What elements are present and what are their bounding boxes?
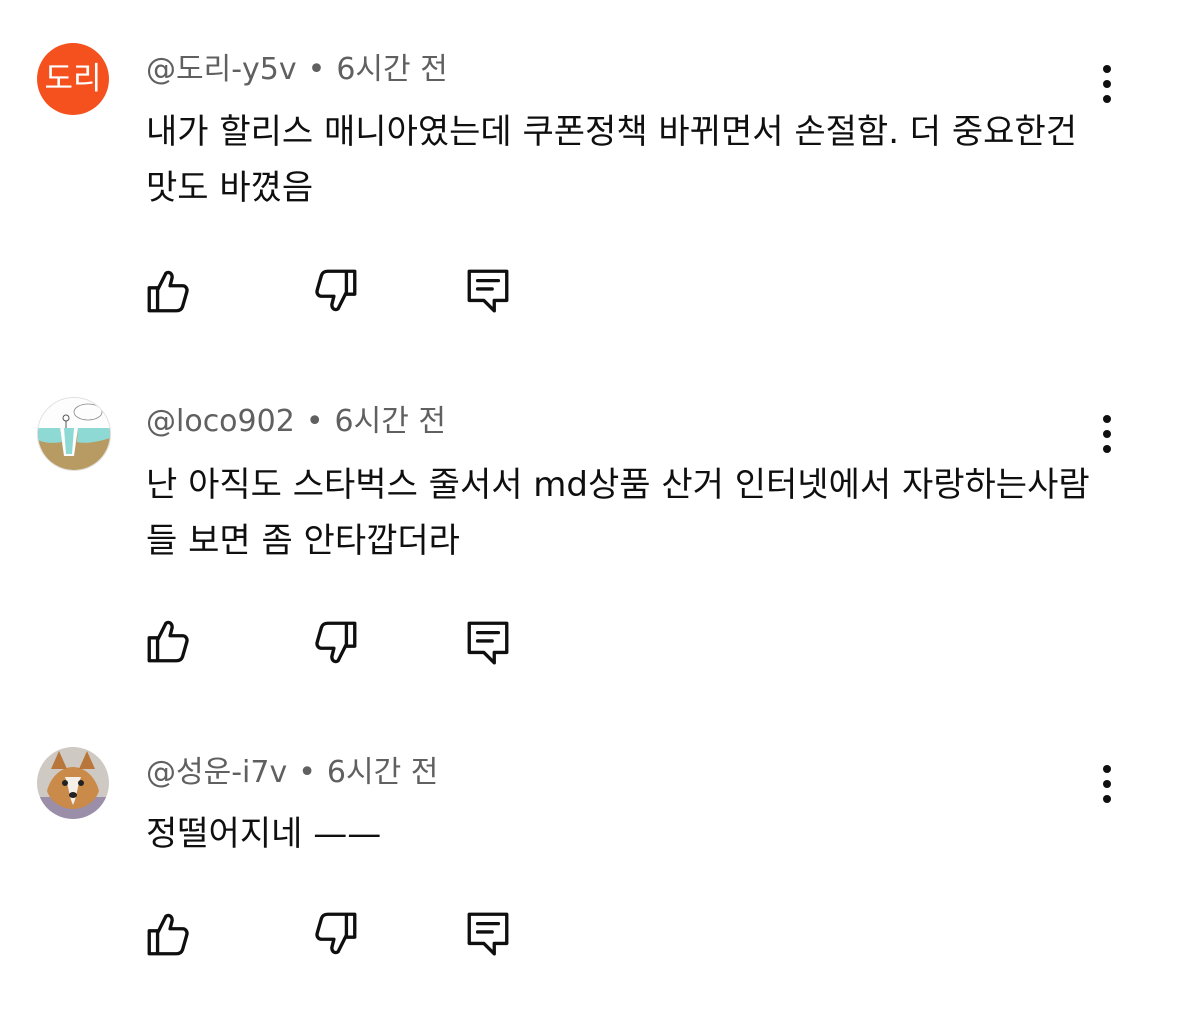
comment-time[interactable]: 6시간 전 xyxy=(335,404,446,439)
reply-icon[interactable] xyxy=(463,908,513,958)
comment-text: 정떨어지네 —— xyxy=(146,814,382,854)
more-vert-icon[interactable] xyxy=(1090,760,1124,810)
comment-text: 내가 할리스 매니아였는데 쿠폰정책 바뀌면서 손절함. 더 중요한건 맛도 바… xyxy=(146,112,1078,208)
meta-separator: • xyxy=(298,755,316,790)
avatar[interactable] xyxy=(37,397,111,471)
meta-separator: • xyxy=(305,404,324,439)
avatar[interactable] xyxy=(37,747,109,819)
comment-meta: @loco902 • 6시간 전 xyxy=(146,402,446,442)
dislike-icon[interactable] xyxy=(311,265,361,315)
like-icon[interactable] xyxy=(143,910,193,960)
corgi-dog-photo xyxy=(37,747,109,819)
meta-separator: • xyxy=(307,52,326,87)
dislike-icon[interactable] xyxy=(311,617,361,667)
more-vert-icon[interactable] xyxy=(1090,60,1124,110)
comment-time[interactable]: 6시간 전 xyxy=(336,52,447,87)
dislike-icon[interactable] xyxy=(311,908,361,958)
comment-text: 난 아직도 스타벅스 줄서서 md상품 산거 인터넷에서 자랑하는사람들 보면 … xyxy=(146,465,1090,561)
reply-icon[interactable] xyxy=(463,265,513,315)
author-name[interactable]: @loco902 xyxy=(146,404,295,439)
sketch-drawing-image xyxy=(38,398,110,470)
like-icon[interactable] xyxy=(143,617,193,667)
more-vert-icon[interactable] xyxy=(1090,410,1124,460)
comment-meta: @도리-y5v • 6시간 전 xyxy=(146,50,448,90)
like-icon[interactable] xyxy=(143,267,193,317)
comment-meta: @성운-i7v • 6시간 전 xyxy=(146,753,438,793)
reply-icon[interactable] xyxy=(463,617,513,667)
avatar[interactable]: 도리 xyxy=(37,43,109,115)
author-name[interactable]: @성운-i7v xyxy=(146,755,287,790)
comment-time[interactable]: 6시간 전 xyxy=(327,755,438,790)
author-name[interactable]: @도리-y5v xyxy=(146,52,297,87)
